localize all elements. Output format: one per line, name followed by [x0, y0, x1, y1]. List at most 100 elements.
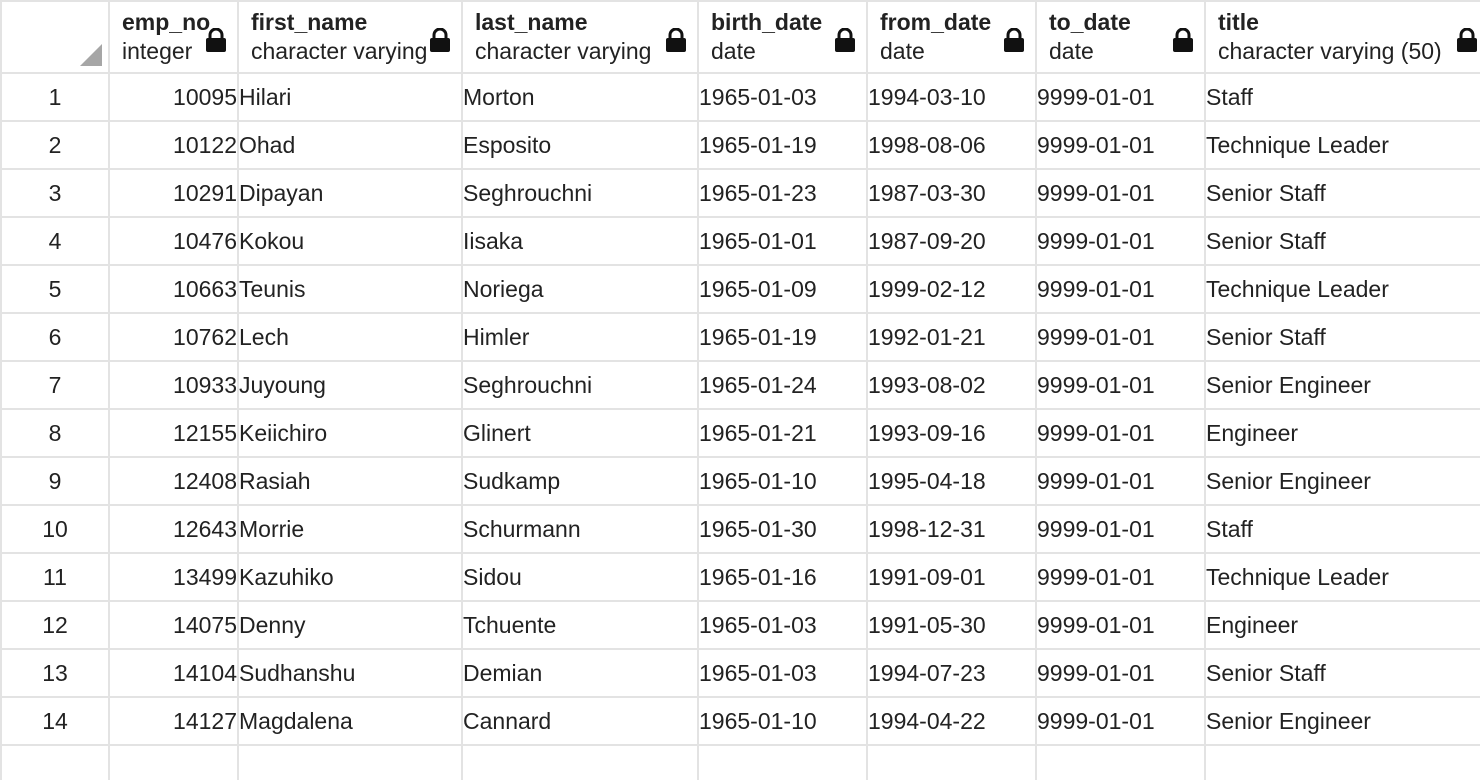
emp-no-cell[interactable]: 10933: [108, 360, 239, 410]
first-name-cell[interactable]: Magdalena: [237, 696, 463, 746]
emp-no-cell[interactable]: 14075: [108, 600, 239, 650]
first-name-cell[interactable]: Kazuhiko: [237, 552, 463, 602]
row-number-cell[interactable]: 1: [0, 72, 110, 122]
from-date-cell[interactable]: 1987-09-20: [866, 216, 1037, 266]
table-row[interactable]: 11 13499 Kazuhiko Sidou 1965-01-16 1991-…: [0, 552, 1480, 602]
emp-no-cell[interactable]: 10762: [108, 312, 239, 362]
title-cell[interactable]: Senior Staff: [1204, 168, 1480, 218]
from-date-cell[interactable]: 1991-09-01: [866, 552, 1037, 602]
column-header-first-name[interactable]: first_name character varying: [237, 0, 463, 74]
birth-date-cell[interactable]: 1965-01-01: [697, 216, 868, 266]
table-row[interactable]: 2 10122 Ohad Esposito 1965-01-19 1998-08…: [0, 120, 1480, 170]
first-name-cell[interactable]: Dipayan: [237, 168, 463, 218]
first-name-cell[interactable]: [237, 744, 463, 780]
title-cell[interactable]: Senior Engineer: [1204, 456, 1480, 506]
from-date-cell[interactable]: 1998-12-31: [866, 504, 1037, 554]
table-row[interactable]: 6 10762 Lech Himler 1965-01-19 1992-01-2…: [0, 312, 1480, 362]
table-row[interactable]: 7 10933 Juyoung Seghrouchni 1965-01-24 1…: [0, 360, 1480, 410]
to-date-cell[interactable]: 9999-01-01: [1035, 552, 1206, 602]
last-name-cell[interactable]: Esposito: [461, 120, 699, 170]
from-date-cell[interactable]: 1992-01-21: [866, 312, 1037, 362]
first-name-cell[interactable]: Keiichiro: [237, 408, 463, 458]
last-name-cell[interactable]: Schurmann: [461, 504, 699, 554]
birth-date-cell[interactable]: 1965-01-10: [697, 696, 868, 746]
from-date-cell[interactable]: [866, 744, 1037, 780]
emp-no-cell[interactable]: 14127: [108, 696, 239, 746]
first-name-cell[interactable]: Juyoung: [237, 360, 463, 410]
column-header-birth-date[interactable]: birth_date date: [697, 0, 868, 74]
table-row[interactable]: 9 12408 Rasiah Sudkamp 1965-01-10 1995-0…: [0, 456, 1480, 506]
row-number-cell[interactable]: 7: [0, 360, 110, 410]
birth-date-cell[interactable]: 1965-01-03: [697, 648, 868, 698]
last-name-cell[interactable]: Iisaka: [461, 216, 699, 266]
to-date-cell[interactable]: 9999-01-01: [1035, 360, 1206, 410]
title-cell[interactable]: Staff: [1204, 72, 1480, 122]
first-name-cell[interactable]: Ohad: [237, 120, 463, 170]
last-name-cell[interactable]: Seghrouchni: [461, 360, 699, 410]
select-all-corner[interactable]: [0, 0, 110, 74]
first-name-cell[interactable]: Morrie: [237, 504, 463, 554]
birth-date-cell[interactable]: 1965-01-30: [697, 504, 868, 554]
emp-no-cell[interactable]: 10095: [108, 72, 239, 122]
title-cell[interactable]: Staff: [1204, 504, 1480, 554]
last-name-cell[interactable]: Sidou: [461, 552, 699, 602]
to-date-cell[interactable]: 9999-01-01: [1035, 312, 1206, 362]
emp-no-cell[interactable]: 10476: [108, 216, 239, 266]
birth-date-cell[interactable]: 1965-01-21: [697, 408, 868, 458]
to-date-cell[interactable]: 9999-01-01: [1035, 408, 1206, 458]
row-number-cell[interactable]: 2: [0, 120, 110, 170]
first-name-cell[interactable]: Denny: [237, 600, 463, 650]
from-date-cell[interactable]: 1998-08-06: [866, 120, 1037, 170]
emp-no-cell[interactable]: 12155: [108, 408, 239, 458]
emp-no-cell[interactable]: [108, 744, 239, 780]
to-date-cell[interactable]: 9999-01-01: [1035, 696, 1206, 746]
row-number-cell[interactable]: 13: [0, 648, 110, 698]
row-number-cell[interactable]: 11: [0, 552, 110, 602]
table-row[interactable]: 10 12643 Morrie Schurmann 1965-01-30 199…: [0, 504, 1480, 554]
last-name-cell[interactable]: Tchuente: [461, 600, 699, 650]
emp-no-cell[interactable]: 10291: [108, 168, 239, 218]
emp-no-cell[interactable]: 13499: [108, 552, 239, 602]
row-number-cell[interactable]: 9: [0, 456, 110, 506]
first-name-cell[interactable]: Teunis: [237, 264, 463, 314]
table-row[interactable]: 14 14127 Magdalena Cannard 1965-01-10 19…: [0, 696, 1480, 746]
last-name-cell[interactable]: Seghrouchni: [461, 168, 699, 218]
to-date-cell[interactable]: 9999-01-01: [1035, 504, 1206, 554]
title-cell[interactable]: [1204, 744, 1480, 780]
birth-date-cell[interactable]: 1965-01-19: [697, 312, 868, 362]
from-date-cell[interactable]: 1994-03-10: [866, 72, 1037, 122]
last-name-cell[interactable]: Noriega: [461, 264, 699, 314]
title-cell[interactable]: Engineer: [1204, 600, 1480, 650]
emp-no-cell[interactable]: 14104: [108, 648, 239, 698]
to-date-cell[interactable]: 9999-01-01: [1035, 120, 1206, 170]
last-name-cell[interactable]: Sudkamp: [461, 456, 699, 506]
to-date-cell[interactable]: 9999-01-01: [1035, 216, 1206, 266]
emp-no-cell[interactable]: 12408: [108, 456, 239, 506]
emp-no-cell[interactable]: 10122: [108, 120, 239, 170]
table-row[interactable]: 12 14075 Denny Tchuente 1965-01-03 1991-…: [0, 600, 1480, 650]
title-cell[interactable]: Senior Engineer: [1204, 360, 1480, 410]
table-row[interactable]: 8 12155 Keiichiro Glinert 1965-01-21 199…: [0, 408, 1480, 458]
to-date-cell[interactable]: 9999-01-01: [1035, 168, 1206, 218]
title-cell[interactable]: Senior Staff: [1204, 216, 1480, 266]
title-cell[interactable]: Senior Staff: [1204, 312, 1480, 362]
first-name-cell[interactable]: Sudhanshu: [237, 648, 463, 698]
row-number-cell[interactable]: 10: [0, 504, 110, 554]
from-date-cell[interactable]: 1999-02-12: [866, 264, 1037, 314]
title-cell[interactable]: Senior Staff: [1204, 648, 1480, 698]
from-date-cell[interactable]: 1993-08-02: [866, 360, 1037, 410]
first-name-cell[interactable]: Lech: [237, 312, 463, 362]
table-row[interactable]: 1 10095 Hilari Morton 1965-01-03 1994-03…: [0, 72, 1480, 122]
from-date-cell[interactable]: 1994-04-22: [866, 696, 1037, 746]
last-name-cell[interactable]: Cannard: [461, 696, 699, 746]
birth-date-cell[interactable]: [697, 744, 868, 780]
row-number-cell[interactable]: [0, 744, 110, 780]
first-name-cell[interactable]: Hilari: [237, 72, 463, 122]
row-number-cell[interactable]: 14: [0, 696, 110, 746]
birth-date-cell[interactable]: 1965-01-24: [697, 360, 868, 410]
from-date-cell[interactable]: 1993-09-16: [866, 408, 1037, 458]
to-date-cell[interactable]: 9999-01-01: [1035, 600, 1206, 650]
title-cell[interactable]: Technique Leader: [1204, 264, 1480, 314]
last-name-cell[interactable]: Glinert: [461, 408, 699, 458]
table-row[interactable]: 4 10476 Kokou Iisaka 1965-01-01 1987-09-…: [0, 216, 1480, 266]
